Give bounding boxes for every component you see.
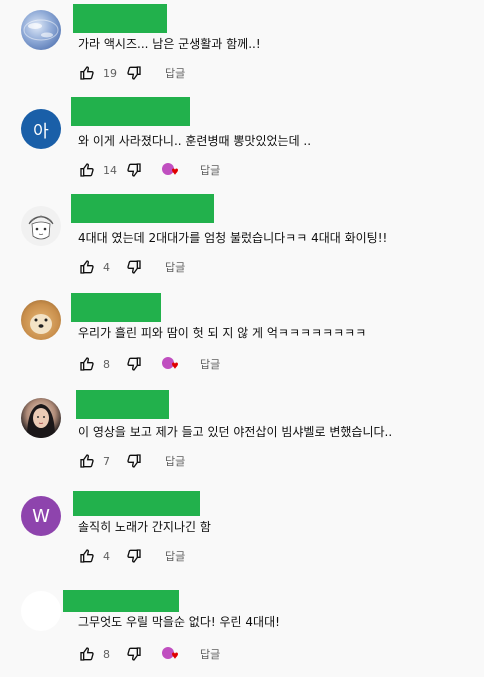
- thumbs-down-icon[interactable]: [125, 258, 143, 276]
- thumbs-down-icon[interactable]: [125, 452, 143, 470]
- comment-4: 우리가 흘린 피와 땀이 헛 되 지 않 게 억ㅋㅋㅋㅋㅋㅋㅋㅋ 8 답글: [0, 291, 484, 388]
- redacted-username: [73, 4, 167, 33]
- thumbs-up-icon[interactable]: [78, 452, 96, 470]
- comment-6: W 솔직히 노래가 간지나긴 함 4 답글: [0, 485, 484, 582]
- thumbs-up-icon[interactable]: [78, 645, 96, 663]
- comment-text: 4대대 였는데 2대대가를 엄청 불렀습니다ㅋㅋ 4대대 화이팅!!: [78, 231, 388, 245]
- comment-text: 우리가 흘린 피와 땀이 헛 되 지 않 게 억ㅋㅋㅋㅋㅋㅋㅋㅋ: [78, 326, 367, 340]
- comment-text: 가라 액시즈... 남은 군생활과 함께..!: [78, 37, 261, 51]
- user-avatar[interactable]: W: [21, 496, 61, 536]
- anime-sketch-avatar-icon: [28, 215, 54, 240]
- reply-button[interactable]: 답글: [165, 259, 185, 275]
- comment-actions: 8 답글: [78, 355, 220, 373]
- dog-avatar-icon: [30, 314, 52, 334]
- like-count: 8: [103, 647, 110, 661]
- comment-actions: 14 답글: [78, 161, 220, 179]
- reply-button[interactable]: 답글: [165, 65, 185, 81]
- creator-heart-icon: [160, 355, 180, 373]
- thumbs-down-icon[interactable]: [125, 355, 143, 373]
- thumbs-up-icon[interactable]: [78, 355, 96, 373]
- thumbs-down-icon[interactable]: [125, 645, 143, 663]
- comment-2: 아 와 이게 사라졌다니.. 훈련병때 뽕맛있었는데 .. 14 답글: [0, 97, 484, 194]
- comment-3: 4대대 였는데 2대대가를 엄청 불렀습니다ㅋㅋ 4대대 화이팅!! 4 답글: [0, 194, 484, 291]
- thumbs-up-icon[interactable]: [78, 258, 96, 276]
- comment-text: 그무엇도 우릴 막을순 없다! 우린 4대대!: [78, 615, 280, 629]
- like-count: 14: [103, 163, 117, 177]
- reply-button[interactable]: 답글: [165, 453, 185, 469]
- like-count: 7: [103, 454, 110, 468]
- redacted-username: [71, 97, 190, 126]
- like-count: 4: [103, 549, 110, 563]
- reply-button[interactable]: 답글: [200, 356, 220, 372]
- comment-text: 솔직히 노래가 간지나긴 함: [78, 520, 211, 534]
- thumbs-down-icon[interactable]: [125, 547, 143, 565]
- user-avatar[interactable]: [21, 398, 61, 438]
- user-avatar[interactable]: [21, 10, 61, 50]
- reply-button[interactable]: 답글: [165, 548, 185, 564]
- user-avatar[interactable]: [21, 591, 61, 631]
- comment-text: 와 이게 사라졌다니.. 훈련병때 뽕맛있었는데 ..: [78, 134, 312, 148]
- globe-avatar-icon: [23, 19, 59, 41]
- redacted-username: [71, 293, 161, 322]
- creator-heart-icon: [160, 161, 180, 179]
- like-count: 8: [103, 357, 110, 371]
- reply-button[interactable]: 답글: [200, 646, 220, 662]
- portrait-avatar-icon: [27, 404, 55, 438]
- comment-text: 이 영상을 보고 제가 들고 있던 야전삽이 빔샤벨로 변했습니다..: [78, 425, 393, 439]
- comment-1: 가라 액시즈... 남은 군생활과 함께..! 19 답글: [0, 0, 484, 97]
- user-avatar[interactable]: [21, 206, 61, 246]
- like-count: 19: [103, 66, 117, 80]
- redacted-username: [76, 390, 169, 419]
- thumbs-up-icon[interactable]: [78, 64, 96, 82]
- user-avatar[interactable]: 아: [21, 109, 61, 149]
- thumbs-down-icon[interactable]: [125, 161, 143, 179]
- like-count: 4: [103, 260, 110, 274]
- comment-5: 이 영상을 보고 제가 들고 있던 야전삽이 빔샤벨로 변했습니다.. 7 답글: [0, 388, 484, 485]
- reply-button[interactable]: 답글: [200, 162, 220, 178]
- comment-actions: 8 답글: [78, 645, 220, 663]
- creator-heart-icon: [160, 645, 180, 663]
- thumbs-up-icon[interactable]: [78, 161, 96, 179]
- redacted-username: [71, 194, 214, 223]
- thumbs-up-icon[interactable]: [78, 547, 96, 565]
- comment-actions: 4 답글: [78, 547, 185, 565]
- comment-actions: 19 답글: [78, 64, 185, 82]
- comment-7: 그무엇도 우릴 막을순 없다! 우린 4대대! 8 답글: [0, 580, 484, 677]
- redacted-username: [73, 491, 200, 516]
- user-avatar[interactable]: [21, 300, 61, 340]
- redacted-username: [63, 590, 179, 612]
- comment-actions: 4 답글: [78, 258, 185, 276]
- thumbs-down-icon[interactable]: [125, 64, 143, 82]
- comment-actions: 7 답글: [78, 452, 185, 470]
